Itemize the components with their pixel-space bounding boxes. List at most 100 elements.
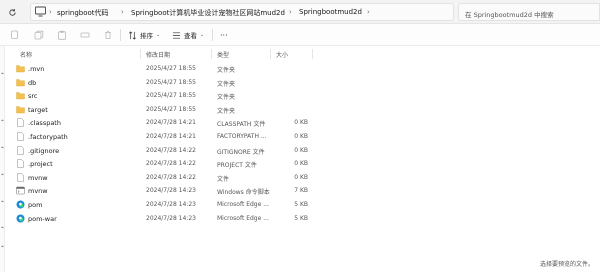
file-name: db (28, 78, 37, 87)
file-icon (17, 173, 24, 182)
file-row[interactable]: target 2025/4/27 18:55 文件夹 (6, 103, 600, 117)
column-header-size[interactable]: 大小 (276, 50, 288, 59)
file-row[interactable]: .gitignore 2024/7/28 14:22 GITIGNORE 文件 … (6, 144, 600, 158)
file-date: 2024/7/28 14:22 (146, 146, 196, 154)
column-header-row: 名称 修改日期 类型 大小 (6, 47, 600, 61)
file-type: 文件夹 (217, 94, 236, 102)
file-row[interactable]: .project 2024/7/28 14:22 PROJECT 文件 0 KB (6, 157, 600, 171)
folder-icon (16, 106, 25, 113)
file-name: .factorypath (28, 133, 68, 141)
file-name: pom-war (28, 214, 57, 223)
breadcrumb-item[interactable]: Springboot计算机毕业设计宠物社区网站mud2d (131, 8, 285, 18)
chevron-right-icon: › (289, 8, 292, 16)
file-row[interactable]: db 2025/4/27 18:55 文件夹 (6, 76, 600, 90)
column-divider[interactable] (312, 49, 313, 59)
more-options-button[interactable]: ··· (220, 28, 228, 42)
chevron-down-icon: ⌄ (156, 32, 161, 38)
pin-icon: ⌖ (1, 71, 4, 77)
file-row[interactable]: .classpath 2024/7/28 14:21 CLASSPATH 文件 … (6, 116, 600, 130)
file-row[interactable]: pom 2024/7/28 14:23 Microsoft Edge ... 5… (6, 198, 600, 212)
file-icon (17, 159, 24, 168)
file-row[interactable]: .factorypath 2024/7/28 14:21 FACTORYPATH… (6, 130, 600, 144)
rename-icon[interactable] (80, 30, 90, 40)
paste-icon[interactable] (57, 30, 67, 40)
file-row[interactable]: mvnw 2024/7/28 14:23 Windows 命令脚本 7 KB (6, 184, 600, 198)
copy-icon[interactable] (34, 30, 44, 40)
file-type: 文件夹 (217, 67, 236, 74)
toolbar-divider (212, 29, 213, 41)
file-size: 7 KB (294, 187, 308, 195)
chevron-right-icon: › (121, 8, 124, 16)
file-type: 文件夹 (217, 107, 236, 115)
file-size: 5 KB (294, 214, 308, 222)
search-input[interactable]: 在 Springbootmud2d 中搜索 (458, 3, 600, 21)
delete-icon[interactable] (103, 30, 113, 40)
search-placeholder: 在 Springbootmud2d 中搜索 (465, 11, 554, 19)
breadcrumb-item[interactable]: springboot代码 (57, 8, 109, 18)
file-icon (17, 145, 24, 155)
toolbar-divider (120, 29, 121, 41)
file-date: 2024/7/28 14:22 (146, 173, 196, 181)
file-size: 0 KB (294, 133, 308, 140)
file-date: 2024/7/28 14:21 (146, 119, 196, 127)
column-divider[interactable] (211, 49, 212, 59)
breadcrumb-item[interactable]: Springbootmud2d (299, 8, 362, 16)
column-header-type[interactable]: 类型 (217, 50, 229, 59)
column-divider[interactable] (140, 49, 141, 59)
file-size: 0 KB (294, 119, 308, 127)
edge-icon (16, 200, 25, 209)
file-name: target (28, 105, 48, 114)
sort-button[interactable]: 排序 ⌄ (128, 28, 160, 42)
file-date: 2024/7/28 14:23 (146, 187, 196, 195)
file-name: mvnw (28, 187, 48, 196)
file-row[interactable]: .mvn 2025/4/27 18:55 文件夹 (6, 62, 600, 76)
file-size: 5 KB (294, 201, 308, 208)
file-name: .gitignore (28, 146, 60, 155)
file-name: mvnw (28, 173, 48, 182)
file-date: 2025/4/27 18:55 (146, 65, 196, 72)
chevron-right-icon: › (49, 8, 52, 16)
chevron-down-icon: ⌄ (200, 32, 205, 38)
file-name: .classpath (28, 119, 61, 128)
file-type: GITIGNORE 文件 (217, 148, 265, 156)
view-icon (172, 31, 181, 39)
navigation-pane[interactable]: ⌖ ⌖ ⌖ ⌖ ⌖ ⌖ ⌖ (0, 46, 5, 272)
breadcrumb[interactable]: › springboot代码 › Springboot计算机毕业设计宠物社区网站… (30, 3, 454, 21)
file-date: 2024/7/28 14:23 (146, 201, 196, 208)
folder-icon (16, 92, 25, 100)
pin-icon: ⌖ (1, 225, 4, 231)
pin-icon: ⌖ (1, 172, 4, 178)
refresh-icon[interactable] (6, 5, 18, 19)
computer-icon (35, 6, 46, 17)
view-button[interactable]: 查看 ⌄ (172, 28, 204, 42)
folder-icon (16, 65, 25, 73)
column-header-date[interactable]: 修改日期 (146, 50, 170, 59)
file-row[interactable]: src 2025/4/27 18:55 文件夹 (6, 89, 600, 103)
sort-label: 排序 (140, 32, 153, 40)
pin-icon: ⌖ (1, 199, 4, 205)
file-name: .project (28, 160, 53, 169)
pin-icon: ⌖ (1, 118, 4, 124)
file-row[interactable]: mvnw 2024/7/28 14:22 文件 0 KB (6, 171, 600, 185)
more-icon: ··· (220, 30, 228, 40)
file-icon (17, 118, 24, 128)
address-bar: › springboot代码 › Springboot计算机毕业设计宠物社区网站… (0, 0, 600, 24)
file-name: .mvn (28, 65, 45, 73)
file-type: 文件夹 (217, 80, 236, 88)
file-size: 0 KB (294, 160, 308, 168)
pin-icon: ⌖ (1, 145, 4, 151)
column-divider[interactable] (270, 49, 271, 59)
cut-icon[interactable] (10, 30, 20, 40)
edge-icon (16, 214, 25, 223)
file-row[interactable]: pom-war 2024/7/28 14:23 Microsoft Edge .… (6, 212, 600, 226)
column-header-name[interactable]: 名称 (20, 50, 32, 59)
file-name: pom (28, 201, 43, 209)
file-type: 文件 (217, 175, 230, 183)
file-name: src (28, 92, 38, 101)
file-type: FACTORYPATH ... (217, 133, 267, 140)
file-size: 0 KB (294, 173, 308, 181)
script-icon (16, 187, 25, 195)
file-date: 2025/4/27 18:55 (146, 78, 196, 86)
chevron-right-icon: › (367, 8, 370, 16)
file-icon (17, 132, 24, 141)
